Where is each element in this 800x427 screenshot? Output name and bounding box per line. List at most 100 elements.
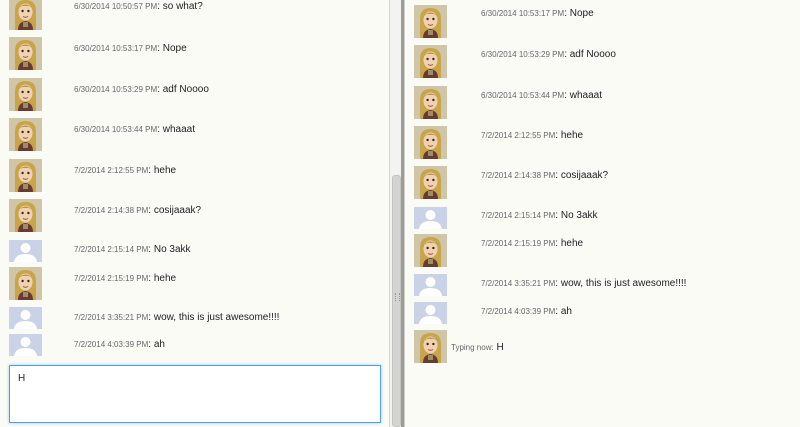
message-text: cosijaaak? — [153, 205, 202, 216]
message-text: so what? — [162, 1, 203, 12]
cartoon-avatar-icon — [9, 37, 42, 70]
cartoon-avatar-icon — [414, 234, 447, 267]
message-line: 6/30/2014 10:50:57 PM: so what? — [74, 1, 203, 12]
message-text: wow, this is just awesome!!!! — [153, 312, 280, 323]
message-text: Nope — [569, 8, 594, 19]
message-timestamp: 7/2/2014 3:35:21 PM — [481, 279, 556, 288]
message-text: whaaat — [162, 124, 195, 135]
message-timestamp: 6/30/2014 10:53:44 PM — [74, 125, 158, 134]
left-message-row: 6/30/2014 10:53:29 PM: adf Noooo — [0, 78, 389, 112]
left-message-row: 7/2/2014 4:03:39 PM: ah — [0, 334, 389, 368]
panel-divider — [401, 0, 404, 427]
message-text: hehe — [560, 130, 584, 141]
message-line: 7/2/2014 2:15:19 PM: hehe — [74, 273, 176, 284]
right-message-row: 6/30/2014 10:53:44 PM: whaaat — [405, 86, 800, 120]
right-message-row: 7/2/2014 2:12:55 PM: hehe — [405, 126, 800, 160]
message-line: 7/2/2014 2:12:55 PM: hehe — [74, 165, 176, 176]
message-text: hehe — [560, 238, 584, 249]
cartoon-avatar-icon — [414, 86, 447, 119]
message-line: 6/30/2014 10:53:29 PM: adf Noooo — [481, 49, 616, 60]
left-message-row: 6/30/2014 10:53:17 PM: Nope — [0, 37, 389, 71]
cartoon-avatar-icon — [414, 330, 447, 363]
left-message-row: 7/2/2014 2:12:55 PM: hehe — [0, 159, 389, 193]
message-line: 6/30/2014 10:53:29 PM: adf Noooo — [74, 84, 209, 95]
left-message-row: 6/30/2014 10:53:44 PM: whaaat — [0, 118, 389, 152]
message-timestamp: 6/30/2014 10:50:57 PM — [74, 2, 158, 11]
message-timestamp: 7/2/2014 2:15:19 PM — [481, 239, 556, 248]
cartoon-avatar-icon — [414, 166, 447, 199]
left-message-input[interactable] — [9, 365, 381, 423]
default-user-icon — [9, 240, 42, 262]
message-line: 7/2/2014 4:03:39 PM: ah — [481, 306, 572, 317]
message-text: ah — [153, 339, 165, 350]
cartoon-avatar-icon — [414, 45, 447, 78]
message-timestamp: 7/2/2014 2:15:14 PM — [74, 245, 149, 254]
message-timestamp: 7/2/2014 2:12:55 PM — [481, 131, 556, 140]
cartoon-avatar-icon — [9, 0, 42, 30]
message-text: whaaat — [569, 90, 602, 101]
left-chat-panel: 6/30/2014 10:50:57 PM: so what? 6/30/2014… — [0, 0, 389, 427]
splitter-grip-icon[interactable] — [395, 293, 400, 301]
message-text: cosijaaak? — [560, 170, 609, 181]
message-text: hehe — [153, 165, 177, 176]
message-text: No 3akk — [560, 210, 598, 221]
message-text: wow, this is just awesome!!!! — [560, 278, 687, 289]
right-message-row: 7/2/2014 2:14:38 PM: cosijaaak? — [405, 166, 800, 200]
message-line: 7/2/2014 2:14:38 PM: cosijaaak? — [481, 170, 608, 181]
message-line: 7/2/2014 2:12:55 PM: hehe — [481, 130, 583, 141]
cartoon-avatar-icon — [9, 159, 42, 192]
message-line: 7/2/2014 3:35:21 PM: wow, this is just a… — [74, 312, 279, 323]
right-chat-panel: 6/30/2014 10:53:17 PM: Nope 6/30/2014 10:… — [405, 0, 800, 427]
message-text: adf Noooo — [162, 84, 209, 95]
message-line: 6/30/2014 10:53:44 PM: whaaat — [481, 90, 602, 101]
message-text: hehe — [153, 273, 177, 284]
message-text: Nope — [162, 43, 187, 54]
message-timestamp: 7/2/2014 3:35:21 PM — [74, 313, 149, 322]
message-timestamp: 6/30/2014 10:53:44 PM — [481, 91, 565, 100]
right-message-row: 6/30/2014 10:53:17 PM: Nope — [405, 5, 800, 39]
cartoon-avatar-icon — [9, 118, 42, 151]
message-line: 7/2/2014 2:15:19 PM: hehe — [481, 238, 583, 249]
message-timestamp: 7/2/2014 2:15:14 PM — [481, 211, 556, 220]
default-user-icon — [414, 207, 447, 229]
cartoon-avatar-icon — [9, 199, 42, 232]
message-line: 7/2/2014 2:15:14 PM: No 3akk — [74, 244, 191, 255]
cartoon-avatar-icon — [414, 5, 447, 38]
message-timestamp: 7/2/2014 2:14:38 PM — [74, 206, 149, 215]
typing-indicator: Typing now: H — [405, 330, 800, 364]
message-timestamp: 7/2/2014 2:14:38 PM — [481, 171, 556, 180]
typing-text: H — [496, 342, 504, 353]
typing-line: Typing now: H — [451, 342, 504, 353]
default-user-icon — [414, 302, 447, 324]
left-message-row: 7/2/2014 2:14:38 PM: cosijaaak? — [0, 199, 389, 233]
message-timestamp: 7/2/2014 2:12:55 PM — [74, 166, 149, 175]
message-timestamp: 7/2/2014 4:03:39 PM — [481, 307, 556, 316]
message-text: ah — [560, 306, 572, 317]
message-line: 7/2/2014 2:15:14 PM: No 3akk — [481, 210, 598, 221]
typing-label: Typing now: — [451, 343, 494, 352]
cartoon-avatar-icon — [414, 126, 447, 159]
right-message-row: 7/2/2014 2:15:19 PM: hehe — [405, 234, 800, 268]
left-message-row: 6/30/2014 10:50:57 PM: so what? — [0, 0, 389, 31]
right-message-row: 6/30/2014 10:53:29 PM: adf Noooo — [405, 45, 800, 79]
message-timestamp: 6/30/2014 10:53:29 PM — [74, 85, 158, 94]
message-line: 6/30/2014 10:53:17 PM: Nope — [74, 43, 187, 54]
left-scrollbar-thumb[interactable] — [392, 175, 401, 427]
cartoon-avatar-icon — [9, 78, 42, 111]
message-line: 6/30/2014 10:53:44 PM: whaaat — [74, 124, 195, 135]
message-text: No 3akk — [153, 244, 191, 255]
message-line: 7/2/2014 4:03:39 PM: ah — [74, 339, 165, 350]
cartoon-avatar-icon — [9, 267, 42, 300]
left-message-row: 7/2/2014 2:15:19 PM: hehe — [0, 267, 389, 301]
message-timestamp: 7/2/2014 2:15:19 PM — [74, 274, 149, 283]
message-timestamp: 7/2/2014 4:03:39 PM — [74, 340, 149, 349]
message-text: adf Noooo — [569, 49, 616, 60]
message-line: 6/30/2014 10:53:17 PM: Nope — [481, 8, 594, 19]
message-line: 7/2/2014 2:14:38 PM: cosijaaak? — [74, 205, 201, 216]
default-user-icon — [9, 334, 42, 356]
message-timestamp: 6/30/2014 10:53:17 PM — [481, 9, 565, 18]
message-line: 7/2/2014 3:35:21 PM: wow, this is just a… — [481, 278, 686, 289]
message-timestamp: 6/30/2014 10:53:17 PM — [74, 44, 158, 53]
message-timestamp: 6/30/2014 10:53:29 PM — [481, 50, 565, 59]
default-user-icon — [414, 274, 447, 296]
